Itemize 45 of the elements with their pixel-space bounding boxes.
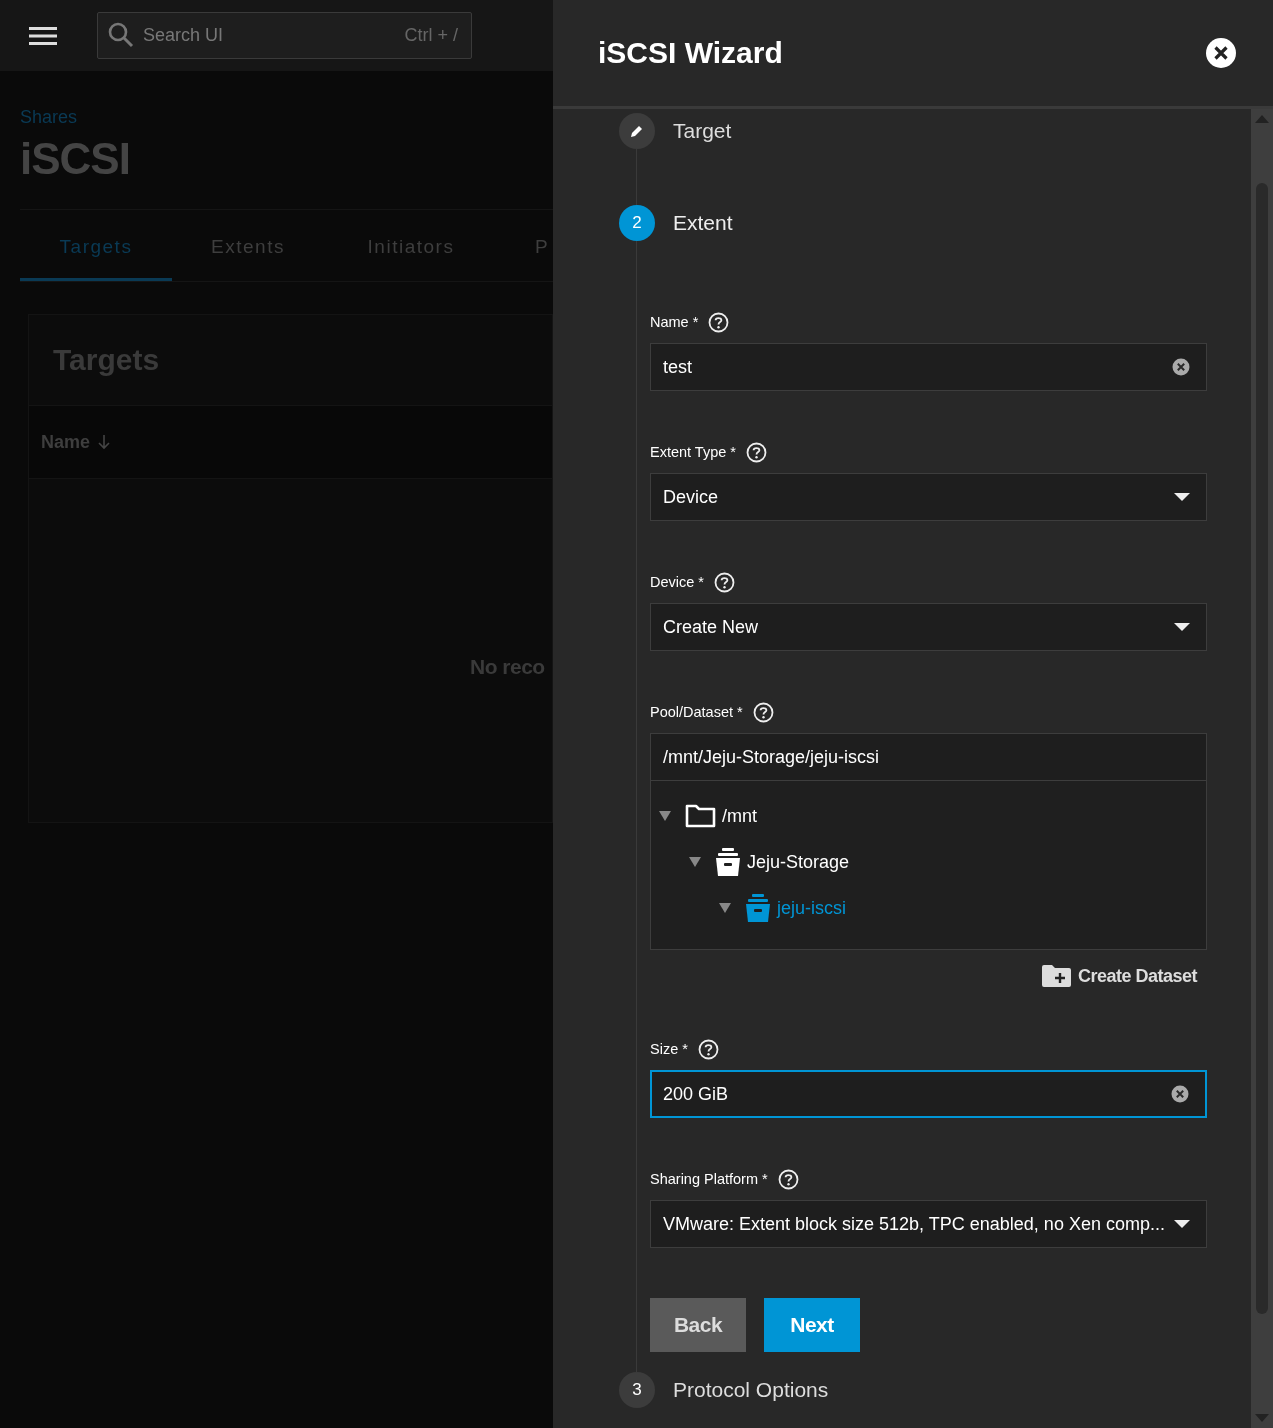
field-label: Sharing Platform *	[650, 1171, 768, 1187]
search-icon	[108, 22, 134, 48]
input-field[interactable]: test	[650, 343, 1207, 391]
folder-icon	[685, 804, 716, 828]
menu-icon[interactable]	[29, 25, 57, 46]
field-label: Pool/Dataset *	[650, 704, 743, 720]
page-title: iSCSI	[20, 134, 131, 184]
select-field[interactable]: VMware: Extent block size 512b, TPC enabled, no Xen comp...	[650, 1200, 1207, 1248]
input-field[interactable]: /mnt/Jeju-Storage/jeju-iscsi	[650, 733, 1207, 781]
step-label[interactable]: Protocol Options	[673, 1378, 829, 1402]
select-field[interactable]: Device	[650, 473, 1207, 521]
close-icon[interactable]	[1205, 37, 1237, 69]
field-label: Extent Type *	[650, 444, 736, 460]
field-label: Device *	[650, 574, 704, 590]
step-indicator: 2	[619, 205, 655, 241]
step-indicator: 3	[619, 1372, 655, 1408]
help-icon[interactable]	[752, 701, 774, 723]
dropdown-caret-icon[interactable]	[1174, 1220, 1190, 1228]
clear-icon[interactable]	[1172, 358, 1190, 376]
create-dataset-button[interactable]: Create Dataset	[1040, 964, 1197, 988]
folder-plus-icon	[1040, 964, 1072, 988]
tree-item[interactable]: jeju-iscsi	[777, 897, 846, 919]
wizard-title: iSCSI Wizard	[598, 36, 783, 70]
help-icon[interactable]	[746, 441, 767, 463]
clear-icon[interactable]	[1171, 1085, 1189, 1103]
step-label[interactable]: Target	[673, 119, 732, 143]
help-icon[interactable]	[777, 1168, 799, 1190]
help-icon[interactable]	[708, 311, 730, 333]
expand-toggle-icon[interactable]	[719, 902, 731, 914]
expand-toggle-icon[interactable]	[659, 810, 671, 822]
field-label: Size *	[650, 1041, 688, 1057]
help-icon[interactable]	[714, 571, 735, 593]
help-icon[interactable]	[697, 1038, 719, 1060]
shortcut-hint: Ctrl + /	[404, 25, 458, 46]
expand-toggle-icon[interactable]	[689, 856, 701, 868]
step-label[interactable]: Extent	[673, 211, 733, 235]
back-button[interactable]: Back	[650, 1298, 746, 1352]
tree-item[interactable]: Jeju-Storage	[747, 851, 850, 873]
pencil-icon	[630, 124, 644, 138]
input-field[interactable]: 200 GiB	[650, 1070, 1207, 1118]
dropdown-caret-icon[interactable]	[1174, 623, 1190, 631]
field-label: Name *	[650, 314, 699, 330]
dropdown-caret-icon[interactable]	[1174, 493, 1190, 501]
tree-item[interactable]: /mnt	[722, 805, 757, 827]
select-field[interactable]: Create New	[650, 603, 1207, 651]
